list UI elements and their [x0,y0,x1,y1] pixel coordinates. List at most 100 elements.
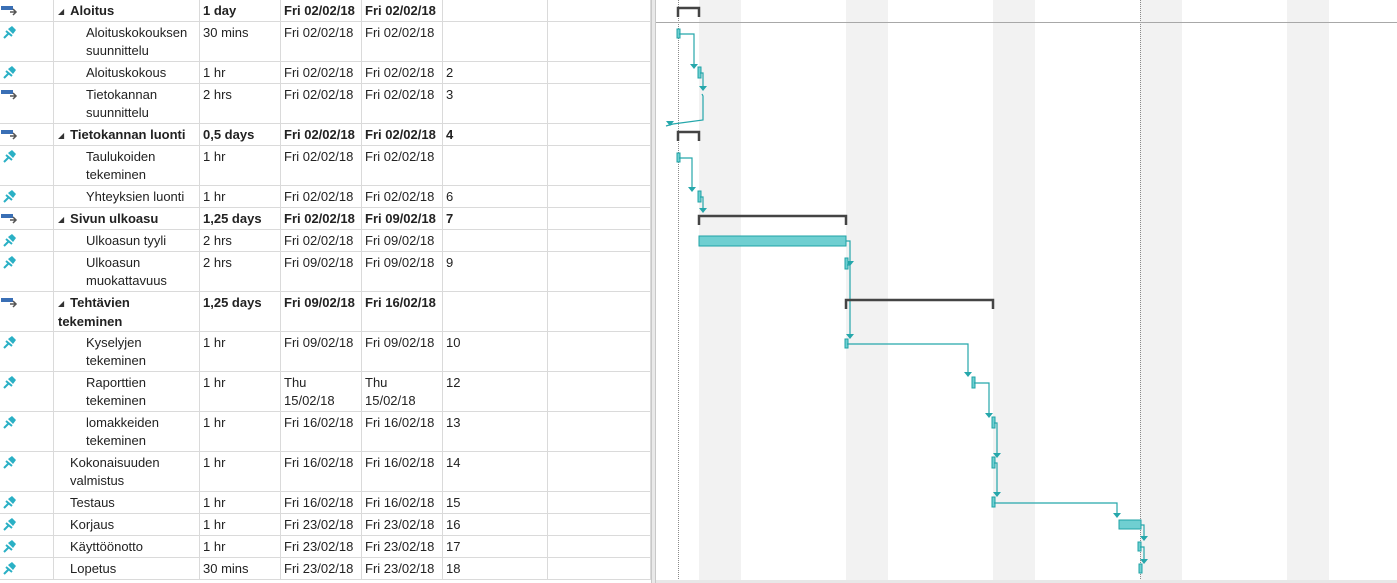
collapse-caret-icon[interactable]: ◢ [58,211,64,229]
predecessors-cell[interactable]: 3 [443,84,548,123]
start-cell[interactable]: Fri 02/02/18 [281,124,362,145]
duration-cell[interactable]: 1 day [200,0,281,21]
collapse-caret-icon[interactable]: ◢ [58,3,64,21]
add-column-cell[interactable] [548,22,651,61]
start-cell[interactable]: Fri 16/02/18 [281,492,362,513]
duration-cell[interactable]: 1,25 days [200,208,281,229]
summary-task-row[interactable]: ◢ Aloitus 1 day Fri 02/02/18 Fri 02/02/18 [0,0,651,22]
add-column-cell[interactable] [548,208,651,229]
predecessors-cell[interactable]: 13 [443,412,548,451]
add-column-cell[interactable] [548,452,651,491]
predecessors-cell[interactable] [443,146,548,185]
task-bar[interactable] [1138,563,1143,574]
finish-cell[interactable]: Thu 15/02/18 [362,372,443,411]
add-column-cell[interactable] [548,412,651,451]
predecessors-cell[interactable] [443,22,548,61]
duration-cell[interactable]: 0,5 days [200,124,281,145]
task-bar[interactable] [698,235,847,247]
add-column-cell[interactable] [548,492,651,513]
predecessors-cell[interactable]: 4 [443,124,548,145]
start-cell[interactable]: Fri 02/02/18 [281,146,362,185]
finish-cell[interactable]: Fri 02/02/18 [362,0,443,21]
task-row[interactable]: Yhteyksien luonti 1 hr Fri 02/02/18 Fri 02/… [0,186,651,208]
duration-cell[interactable]: 2 hrs [200,230,281,251]
predecessors-cell[interactable]: 10 [443,332,548,371]
task-bar[interactable] [1118,519,1142,530]
predecessors-cell[interactable]: 14 [443,452,548,491]
predecessors-cell[interactable] [443,230,548,251]
task-row[interactable]: Aloituskokous 1 hr Fri 02/02/18 Fri 02/02/1… [0,62,651,84]
duration-cell[interactable]: 30 mins [200,22,281,61]
task-name-cell[interactable]: Tietokannan suunnittelu [54,84,200,123]
start-cell[interactable]: Fri 02/02/18 [281,84,362,123]
predecessors-cell[interactable]: 15 [443,492,548,513]
add-column-cell[interactable] [548,230,651,251]
task-name-cell[interactable]: Aloituskokouksen suunnittelu [54,22,200,61]
start-cell[interactable]: Fri 23/02/18 [281,536,362,557]
add-column-cell[interactable] [548,536,651,557]
task-row[interactable]: Taulukoiden tekeminen 1 hr Fri 02/02/18 Fri… [0,146,651,186]
add-column-cell[interactable] [548,84,651,123]
task-bar[interactable] [991,496,996,508]
duration-cell[interactable]: 1 hr [200,146,281,185]
task-name-cell[interactable]: Aloituskokous [54,62,200,83]
start-cell[interactable]: Fri 02/02/18 [281,230,362,251]
finish-cell[interactable]: Fri 09/02/18 [362,230,443,251]
add-column-cell[interactable] [548,372,651,411]
summary-bar[interactable] [676,6,701,17]
task-name-cell[interactable]: Ulkoasun muokattavuus [54,252,200,291]
predecessors-cell[interactable]: 7 [443,208,548,229]
finish-cell[interactable]: Fri 02/02/18 [362,62,443,83]
start-cell[interactable]: Fri 16/02/18 [281,412,362,451]
predecessors-cell[interactable]: 17 [443,536,548,557]
start-cell[interactable]: Fri 09/02/18 [281,292,362,331]
summary-bar[interactable] [844,298,995,309]
add-column-cell[interactable] [548,514,651,535]
predecessors-cell[interactable]: 6 [443,186,548,207]
add-column-cell[interactable] [548,146,651,185]
summary-bar[interactable] [676,130,701,141]
summary-task-row[interactable]: ◢ Tietokannan luonti 0,5 days Fri 02/02/18 F… [0,124,651,146]
start-cell[interactable]: Fri 02/02/18 [281,208,362,229]
duration-cell[interactable]: 1,25 days [200,292,281,331]
finish-cell[interactable]: Fri 23/02/18 [362,536,443,557]
start-cell[interactable]: Fri 02/02/18 [281,22,362,61]
duration-cell[interactable]: 1 hr [200,372,281,411]
add-column-cell[interactable] [548,252,651,291]
finish-cell[interactable]: Fri 02/02/18 [362,124,443,145]
finish-cell[interactable]: Fri 16/02/18 [362,452,443,491]
add-column-cell[interactable] [548,62,651,83]
add-column-cell[interactable] [548,558,651,579]
start-cell[interactable]: Fri 02/02/18 [281,0,362,21]
start-cell[interactable]: Fri 23/02/18 [281,558,362,579]
finish-cell[interactable]: Fri 16/02/18 [362,292,443,331]
task-name-cell[interactable]: Kyselyjen tekeminen [54,332,200,371]
task-name-cell[interactable]: Korjaus [54,514,200,535]
finish-cell[interactable]: Fri 09/02/18 [362,332,443,371]
finish-cell[interactable]: Fri 23/02/18 [362,558,443,579]
add-column-cell[interactable] [548,186,651,207]
task-name-cell[interactable]: ◢ Tietokannan luonti [54,124,200,145]
duration-cell[interactable]: 2 hrs [200,84,281,123]
collapse-caret-icon[interactable]: ◢ [58,295,64,313]
predecessors-cell[interactable] [443,0,548,21]
start-cell[interactable]: Fri 09/02/18 [281,252,362,291]
task-row[interactable]: Käyttöönotto 1 hr Fri 23/02/18 Fri 23/02/18… [0,536,651,558]
task-name-cell[interactable]: Taulukoiden tekeminen [54,146,200,185]
predecessors-cell[interactable]: 16 [443,514,548,535]
duration-cell[interactable]: 1 hr [200,62,281,83]
duration-cell[interactable]: 30 mins [200,558,281,579]
predecessors-cell[interactable]: 12 [443,372,548,411]
predecessors-cell[interactable]: 18 [443,558,548,579]
task-row[interactable]: Ulkoasun tyyli 2 hrs Fri 02/02/18 Fri 09/02… [0,230,651,252]
predecessors-cell[interactable] [443,292,548,331]
add-column-cell[interactable] [548,124,651,145]
task-row[interactable]: Tietokannan suunnittelu 2 hrs Fri 02/02/18… [0,84,651,124]
task-row[interactable]: Korjaus 1 hr Fri 23/02/18 Fri 23/02/18 16 [0,514,651,536]
duration-cell[interactable]: 1 hr [200,412,281,451]
summary-task-row[interactable]: ◢ Sivun ulkoasu 1,25 days Fri 02/02/18 Fri 0… [0,208,651,230]
task-name-cell[interactable]: Yhteyksien luonti [54,186,200,207]
start-cell[interactable]: Fri 02/02/18 [281,62,362,83]
duration-cell[interactable]: 1 hr [200,452,281,491]
task-name-cell[interactable]: Kokonaisuuden valmistus [54,452,200,491]
